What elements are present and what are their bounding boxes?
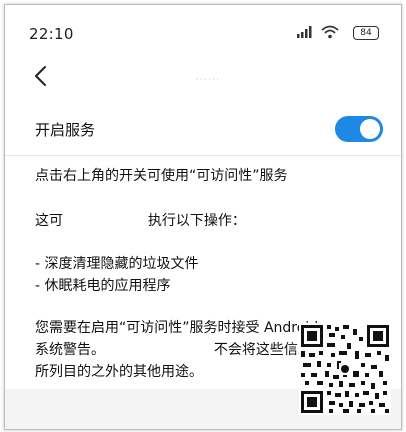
toggle-knob	[360, 119, 380, 139]
page-title: ......	[195, 69, 220, 84]
instruction-text: 点击右上角的开关可使用“可访问性”服务	[35, 168, 288, 184]
warning-line-2-end: 不会将这些信息	[213, 342, 312, 358]
phone-screen: 22:10 84 ...... 开启服务 点击右上角的开关可使用“可访问性”服务…	[4, 4, 402, 430]
wifi-icon	[321, 25, 339, 39]
chevron-left-icon[interactable]	[31, 65, 51, 87]
warning-line-3: 所列目的之外的其他用途。	[35, 364, 203, 380]
qr-code	[299, 323, 391, 415]
service-label: 开启服务	[35, 121, 96, 139]
capability-item-hibernate: - 休眠耗电的应用程序	[35, 278, 171, 294]
warning-line-2-start: 系统警告。	[35, 342, 105, 358]
capabilities-intro: 这可 执行以下操作：	[35, 210, 246, 230]
status-time: 22:10	[29, 25, 74, 43]
capability-item-clean: - 深度清理隐藏的垃圾文件	[35, 256, 199, 272]
service-toggle-row[interactable]: 开启服务	[5, 105, 401, 156]
warning-line-1: 您需要在启用“可访问性”服务时接受 Android	[35, 320, 319, 336]
capabilities-intro-start: 这可	[35, 213, 63, 229]
battery-icon: 84	[353, 26, 379, 40]
nav-bar: ......	[5, 51, 401, 105]
warning-line-2: 系统警告。 不会将这些信息	[35, 339, 312, 359]
service-toggle[interactable]	[335, 116, 383, 142]
status-bar: 22:10 84	[5, 5, 401, 51]
signal-icon	[297, 26, 312, 38]
capabilities-intro-end: 执行以下操作：	[147, 213, 246, 229]
